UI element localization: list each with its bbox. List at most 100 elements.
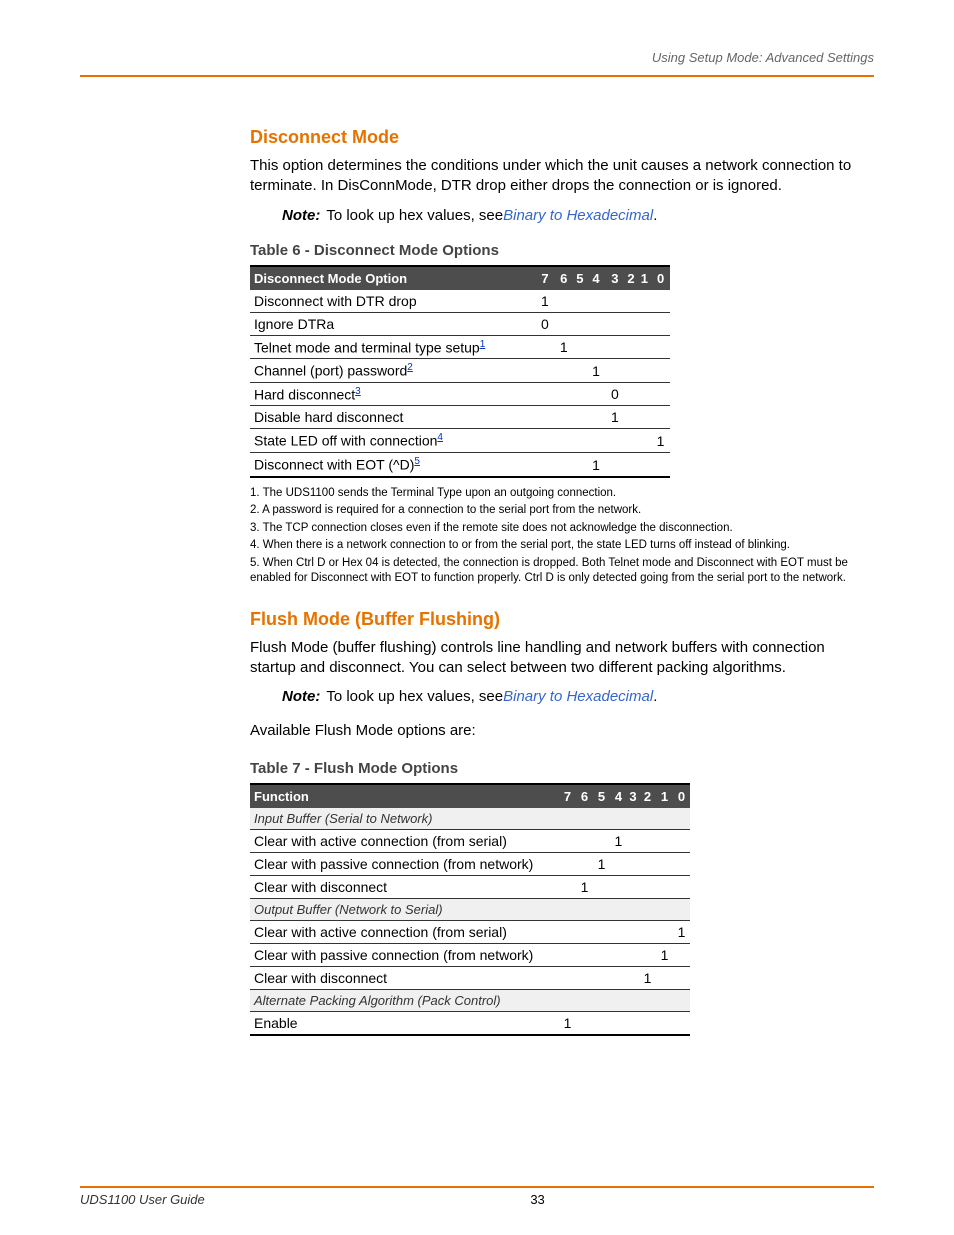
table-row: Clear with active connection (from seria… <box>250 920 690 943</box>
cell <box>536 359 555 383</box>
hex-link-2[interactable]: Binary to Hexadecimal <box>503 688 653 705</box>
cell <box>656 920 673 943</box>
cell <box>673 875 690 898</box>
cell <box>559 829 576 852</box>
cell <box>536 335 555 359</box>
th4: 4 <box>610 784 627 808</box>
table-row: Clear with passive connection (from netw… <box>250 852 690 875</box>
table-row: Ignore DTRa0 <box>250 312 670 335</box>
note-label-2: Note: <box>282 688 320 705</box>
th6: 6 <box>576 784 593 808</box>
table-row: Disconnect with EOT (^D)51 <box>250 453 670 477</box>
cell <box>656 875 673 898</box>
cell <box>554 290 573 313</box>
cell <box>559 852 576 875</box>
cell <box>639 943 656 966</box>
section-title-disconnect: Disconnect Mode <box>250 127 854 148</box>
header-rule <box>80 75 874 77</box>
cell <box>651 406 670 429</box>
footnote-ref[interactable]: 1 <box>480 339 486 350</box>
cell <box>573 382 586 406</box>
cell <box>624 406 637 429</box>
table-row: Clear with active connection (from seria… <box>250 829 690 852</box>
cell <box>587 406 606 429</box>
cell <box>673 852 690 875</box>
cell <box>638 406 651 429</box>
cell <box>627 875 639 898</box>
th-bit0: 0 <box>651 266 670 290</box>
cell <box>573 359 586 383</box>
cell: 1 <box>559 1011 576 1035</box>
cell <box>576 829 593 852</box>
cell <box>638 335 651 359</box>
cell <box>656 852 673 875</box>
cell <box>573 406 586 429</box>
running-head: Using Setup Mode: Advanced Settings <box>80 50 874 65</box>
th-function: Function <box>250 784 559 808</box>
cell <box>673 966 690 989</box>
cell <box>605 453 624 477</box>
cell <box>673 1011 690 1035</box>
footnote-ref[interactable]: 3 <box>355 386 361 397</box>
th2: 2 <box>639 784 656 808</box>
table-row: Clear with passive connection (from netw… <box>250 943 690 966</box>
cell: 1 <box>673 920 690 943</box>
cell <box>559 943 576 966</box>
cell <box>576 966 593 989</box>
cell <box>605 429 624 453</box>
cell: 1 <box>587 359 606 383</box>
cell <box>651 359 670 383</box>
note-label: Note: <box>282 207 320 224</box>
cell <box>639 920 656 943</box>
cell <box>559 875 576 898</box>
cell <box>593 875 610 898</box>
cell <box>651 453 670 477</box>
cell: 1 <box>554 335 573 359</box>
page: Using Setup Mode: Advanced Settings Disc… <box>0 0 954 1235</box>
th3: 3 <box>627 784 639 808</box>
table6-header-row: Disconnect Mode Option 7 6 5 4 3 2 1 0 <box>250 266 670 290</box>
table7-header-row: Function 7 6 5 4 3 2 1 0 <box>250 784 690 808</box>
cell: 1 <box>536 290 555 313</box>
cell <box>610 1011 627 1035</box>
th1: 1 <box>656 784 673 808</box>
table-row: Telnet mode and terminal type setup11 <box>250 335 670 359</box>
th-bit2: 2 <box>624 266 637 290</box>
cell: 1 <box>605 406 624 429</box>
cell: 0 <box>605 382 624 406</box>
row-label: Disconnect with EOT (^D)5 <box>250 453 536 477</box>
footnote-ref[interactable]: 2 <box>407 362 413 373</box>
note-period-2: . <box>653 688 657 705</box>
cell: 0 <box>536 312 555 335</box>
th-bit5: 5 <box>573 266 586 290</box>
cell <box>638 290 651 313</box>
page-number: 33 <box>530 1192 544 1207</box>
cell <box>587 312 606 335</box>
cell <box>573 335 586 359</box>
th-bit1: 1 <box>638 266 651 290</box>
cell <box>593 943 610 966</box>
cell <box>536 382 555 406</box>
cell <box>638 429 651 453</box>
cell: 1 <box>610 829 627 852</box>
hex-link-1[interactable]: Binary to Hexadecimal <box>503 207 653 224</box>
cell <box>673 943 690 966</box>
footnote: 4. When there is a network connection to… <box>250 538 854 554</box>
footnote-ref[interactable]: 4 <box>437 432 443 443</box>
cell <box>656 966 673 989</box>
flush-paragraph: Flush Mode (buffer flushing) controls li… <box>250 638 854 679</box>
cell <box>554 312 573 335</box>
footnote-ref[interactable]: 5 <box>414 456 420 467</box>
row-label: Ignore DTRa <box>250 312 536 335</box>
cell <box>651 335 670 359</box>
cell <box>559 966 576 989</box>
table-row: State LED off with connection41 <box>250 429 670 453</box>
cell <box>627 852 639 875</box>
row-label: Channel (port) password2 <box>250 359 536 383</box>
table-row: Disable hard disconnect1 <box>250 406 670 429</box>
cell <box>638 382 651 406</box>
cell <box>624 453 637 477</box>
cell <box>587 335 606 359</box>
available-text: Available Flush Mode options are: <box>250 721 854 741</box>
row-label: Telnet mode and terminal type setup1 <box>250 335 536 359</box>
